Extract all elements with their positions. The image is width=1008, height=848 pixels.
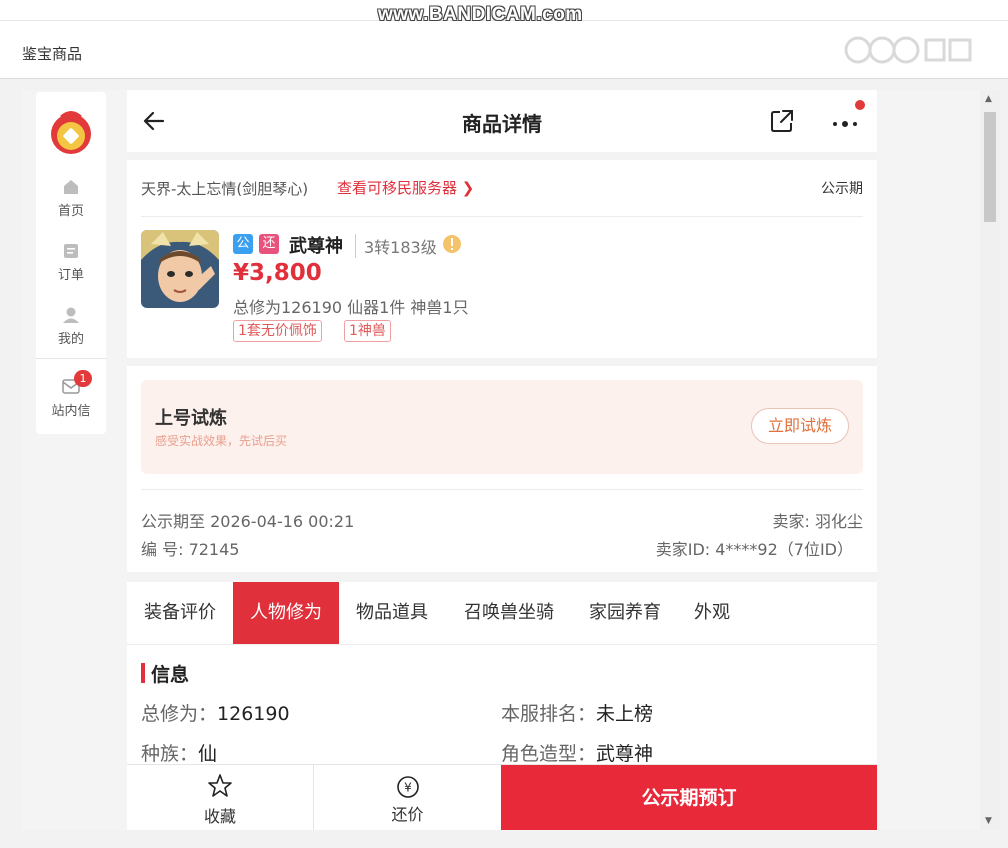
- public-period-end: 公示期至 2026-04-16 00:21: [141, 512, 355, 531]
- status-label: 公示期: [821, 181, 863, 197]
- cc-logo-icon: [844, 36, 972, 64]
- favorite-label: 收藏: [203, 807, 236, 826]
- bottom-action-bar: 收藏 ¥ 还价 公示期预订: [127, 764, 877, 830]
- scroll-down-icon[interactable]: ▼: [985, 816, 992, 826]
- sidebar-item-label: 站内信: [51, 404, 91, 419]
- product-detail-panel: 商品详情 天界-太上忘情(剑胆琴心) 查看可移民服务器 ❯ 公示期 公 还 武尊…: [127, 90, 877, 830]
- trial-banner: 上号试炼 感受实战效果，先试后买 立即试炼: [141, 380, 863, 474]
- trial-and-meta-card: 上号试炼 感受实战效果，先试后买 立即试炼 公示期至 2026-04-16 00…: [127, 366, 877, 572]
- scroll-thumb[interactable]: [984, 112, 996, 222]
- detail-tabs: 装备评价 人物修为 物品道具 召唤兽坐骑 家园养育 外观: [127, 582, 877, 645]
- bargain-button[interactable]: ¥ 还价: [314, 765, 501, 830]
- star-icon: [208, 774, 232, 797]
- info-field-role-model: 角色造型：武尊神: [501, 743, 654, 765]
- tab-appearance[interactable]: 外观: [677, 582, 747, 644]
- seller-id: 卖家ID: 4****92（7位ID）: [655, 540, 853, 559]
- favorite-button[interactable]: 收藏: [127, 765, 313, 830]
- svg-text:¥: ¥: [404, 781, 412, 795]
- notification-dot: [855, 100, 865, 110]
- migrate-server-link[interactable]: 查看可移民服务器 ❯: [337, 177, 474, 198]
- sidebar-item-home[interactable]: 首页: [36, 178, 106, 219]
- app-logo-icon[interactable]: [46, 106, 96, 156]
- divider: [141, 216, 863, 217]
- info-field-server-rank: 本服排名：未上榜: [501, 703, 654, 725]
- app-title: 鉴宝商品: [22, 45, 83, 63]
- sidebar-item-label: 我的: [57, 332, 84, 347]
- try-now-button[interactable]: 立即试炼: [751, 408, 849, 444]
- sidebar-item-label: 首页: [57, 204, 84, 219]
- item-serial: 编 号: 72145: [141, 540, 240, 559]
- user-icon: [63, 307, 79, 323]
- section-title: 信息: [151, 664, 190, 686]
- price: ¥3,800: [233, 260, 322, 286]
- server-name: 天界-太上忘情(剑胆琴心): [141, 180, 309, 198]
- info-field-total-cultivation: 总修为：126190: [141, 703, 290, 725]
- sidebar-item-mine[interactable]: 我的: [36, 306, 106, 347]
- reserve-button[interactable]: 公示期预订: [501, 765, 877, 830]
- sidebar-item-label: 订单: [57, 268, 84, 283]
- product-summary-card: 天界-太上忘情(剑胆琴心) 查看可移民服务器 ❯ 公示期 公 还 武尊神 3转1…: [127, 160, 877, 358]
- tab-home[interactable]: 家园养育: [573, 582, 677, 644]
- trial-title: 上号试炼: [155, 408, 227, 429]
- divider: [141, 489, 863, 490]
- feature-chip: 1神兽: [344, 320, 391, 342]
- tab-equipment[interactable]: 装备评价: [127, 582, 233, 644]
- bargain-label: 还价: [391, 805, 424, 824]
- sidebar: 首页 订单 我的 1 站内信: [36, 92, 106, 434]
- section-marker: [141, 663, 145, 683]
- seller-name: 卖家: 羽化尘: [772, 512, 863, 531]
- sidebar-item-messages[interactable]: 1 站内信: [36, 370, 106, 419]
- scroll-up-icon[interactable]: ▲: [985, 94, 992, 104]
- chevron-right-icon: ❯: [461, 179, 475, 197]
- app-title-bar: 鉴宝商品: [0, 21, 1008, 79]
- more-icon[interactable]: [829, 112, 863, 132]
- tab-character[interactable]: 人物修为: [233, 582, 339, 644]
- tab-items[interactable]: 物品道具: [339, 582, 445, 644]
- bargain-tag: 还: [259, 234, 279, 254]
- home-icon: [64, 180, 78, 194]
- page-title: 商品详情: [462, 112, 542, 136]
- stats-summary: 总修为126190 仙器1件 神兽1只: [233, 298, 469, 317]
- tab-pets-mounts[interactable]: 召唤兽坐骑: [445, 582, 573, 644]
- public-tag: 公: [233, 234, 253, 254]
- share-icon[interactable]: [769, 108, 795, 134]
- scrollbar[interactable]: ▲ ▼: [980, 90, 1000, 830]
- detail-header: 商品详情: [127, 90, 877, 152]
- feature-chip: 1套无价佩饰: [233, 320, 322, 342]
- role-avatar[interactable]: [141, 230, 219, 308]
- unread-badge: 1: [74, 370, 92, 387]
- sidebar-item-orders[interactable]: 订单: [36, 242, 106, 283]
- role-level: 3转183级: [355, 234, 437, 258]
- info-field-race: 种族：仙: [141, 743, 218, 765]
- order-icon: [64, 244, 78, 258]
- bargain-icon: ¥: [397, 776, 419, 798]
- role-name: 武尊神: [289, 236, 343, 257]
- info-icon[interactable]: [442, 234, 462, 254]
- sidebar-divider: [36, 358, 106, 359]
- trial-subtitle: 感受实战效果，先试后买: [155, 434, 288, 448]
